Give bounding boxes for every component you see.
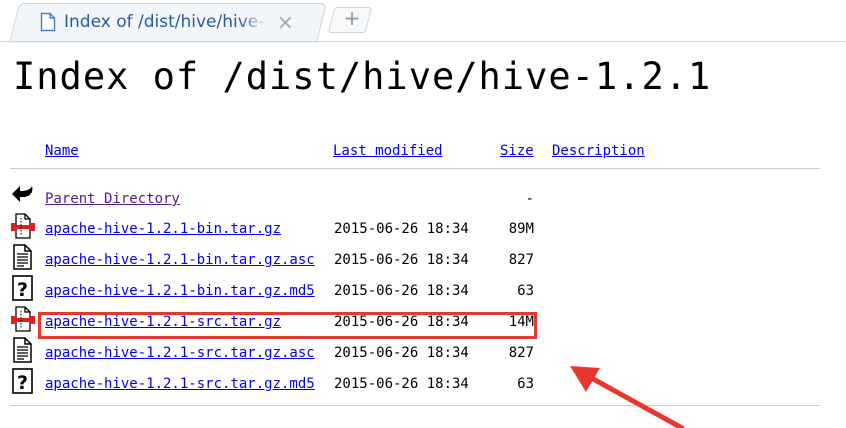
file-link[interactable]: apache-hive-1.2.1-src.tar.gz.md5	[45, 376, 315, 392]
archive-icon	[11, 213, 35, 239]
text-file-icon	[13, 244, 32, 270]
tab-title: Index of /dist/hive/hive-1.2.1	[64, 12, 269, 32]
column-header-size[interactable]: Size	[500, 143, 534, 159]
table-divider-bottom	[10, 405, 820, 406]
unknown-file-icon: ?	[12, 368, 33, 394]
tab-close-icon[interactable]: ×	[277, 12, 294, 32]
file-link[interactable]: apache-hive-1.2.1-bin.tar.gz	[45, 221, 281, 237]
browser-tab-content[interactable]: Index of /dist/hive/hive-1.2.1 ×	[40, 9, 310, 35]
file-date: 2015-06-26 18:34	[334, 252, 469, 268]
file-link[interactable]: apache-hive-1.2.1-bin.tar.gz.md5	[45, 283, 315, 299]
file-date: 2015-06-26 18:34	[334, 221, 469, 237]
table-row: apache-hive-1.2.1-src.tar.gz.asc 2015-06…	[10, 336, 830, 367]
file-size: 827	[508, 345, 534, 361]
page-icon	[40, 12, 56, 32]
file-date: 2015-06-26 18:34	[334, 376, 469, 392]
file-size: -	[525, 191, 534, 207]
table-row: ? apache-hive-1.2.1-src.tar.gz.md5 2015-…	[10, 367, 830, 398]
svg-text:?: ?	[17, 372, 28, 394]
file-size: 63	[517, 283, 534, 299]
plus-icon[interactable]: +	[339, 5, 365, 31]
table-row: ? apache-hive-1.2.1-bin.tar.gz.md5 2015-…	[10, 274, 830, 305]
text-file-icon	[13, 337, 32, 363]
tab-strip: Index of /dist/hive/hive-1.2.1 × +	[0, 0, 846, 43]
highlight-box	[38, 312, 537, 339]
column-header-description[interactable]: Description	[552, 143, 645, 159]
annotation-arrow-icon	[570, 366, 685, 428]
table-row: apache-hive-1.2.1-bin.tar.gz.asc 2015-06…	[10, 243, 830, 274]
parent-directory-link[interactable]: Parent Directory	[45, 191, 180, 207]
svg-text:?: ?	[17, 279, 28, 301]
table-row: Parent Directory -	[10, 182, 830, 213]
table-row: apache-hive-1.2.1-bin.tar.gz 2015-06-26 …	[10, 212, 830, 243]
column-header-last-modified[interactable]: Last modified	[333, 143, 443, 159]
file-size: 827	[508, 252, 534, 268]
file-link[interactable]: apache-hive-1.2.1-src.tar.gz.asc	[45, 345, 315, 361]
file-size: 89M	[508, 221, 534, 237]
table-divider-top	[10, 168, 820, 169]
unknown-file-icon: ?	[12, 275, 33, 301]
file-date: 2015-06-26 18:34	[334, 345, 469, 361]
file-date: 2015-06-26 18:34	[334, 283, 469, 299]
page-title: Index of /dist/hive/hive-1.2.1	[13, 55, 712, 98]
file-link[interactable]: apache-hive-1.2.1-bin.tar.gz.asc	[45, 252, 315, 268]
file-size: 63	[517, 376, 534, 392]
column-header-name[interactable]: Name	[45, 143, 79, 159]
back-arrow-icon	[12, 186, 33, 202]
archive-icon	[11, 306, 35, 332]
